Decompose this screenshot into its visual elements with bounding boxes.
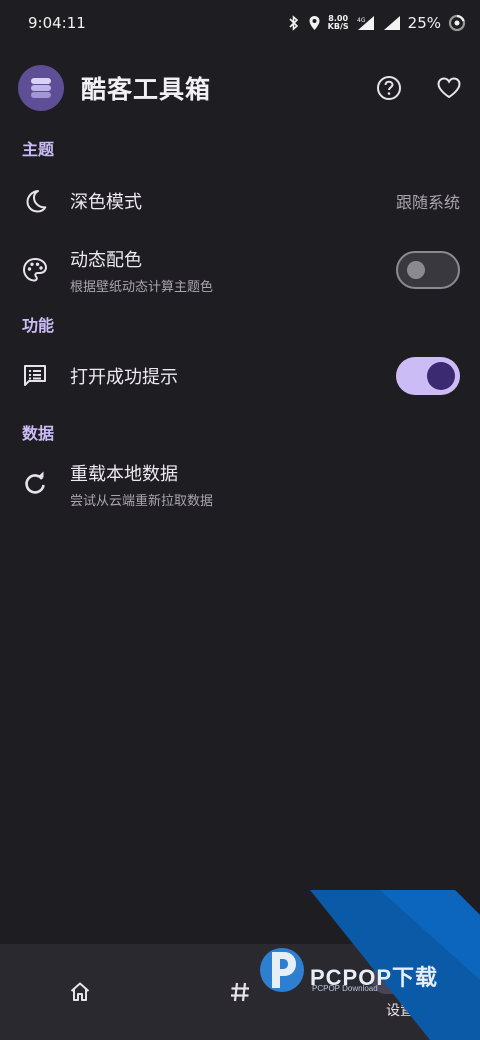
- section-header-theme: 主题: [22, 140, 55, 159]
- app-title: 酷客工具箱: [81, 75, 212, 104]
- row-text: 深色模式: [70, 188, 142, 214]
- reload-local-data-setting[interactable]: 重载本地数据 尝试从云端重新拉取数据: [0, 456, 480, 512]
- stack-logo-icon: [31, 78, 51, 98]
- dynamic-color-switch[interactable]: [396, 251, 460, 289]
- app-bar: 酷客工具箱: [0, 58, 480, 118]
- row-icon-wrap: [20, 361, 50, 391]
- nav-active-indicator: [371, 964, 429, 994]
- heart-icon: [437, 77, 461, 99]
- battery-percent: 25%: [407, 14, 441, 32]
- nav-home[interactable]: [0, 944, 160, 1040]
- battery-ring-icon: [448, 14, 466, 32]
- favorite-button[interactable]: [436, 75, 462, 101]
- open-success-tip-setting[interactable]: 打开成功提示: [0, 352, 480, 400]
- switch-knob: [407, 261, 425, 279]
- app-bar-actions: [376, 75, 462, 101]
- status-icons: 8.00 KB/S 4G 25%: [287, 14, 466, 32]
- net-speed: 8.00 KB/S: [327, 14, 349, 31]
- section-header-features: 功能: [22, 316, 55, 335]
- nav-settings-label: 设置: [386, 1003, 414, 1019]
- row-icon-wrap: [20, 255, 50, 285]
- row-icon-wrap: [20, 469, 50, 499]
- help-button[interactable]: [376, 75, 402, 101]
- moon-icon: [26, 190, 47, 213]
- dark-mode-title: 深色模式: [70, 192, 142, 213]
- dynamic-color-setting[interactable]: 动态配色 根据壁纸动态计算主题色: [0, 242, 480, 298]
- bluetooth-icon: [289, 15, 298, 31]
- dark-mode-value: 跟随系统: [395, 193, 460, 212]
- help-circle-icon: [377, 76, 401, 100]
- svg-text:4G: 4G: [357, 17, 366, 24]
- open-success-tip-title: 打开成功提示: [70, 367, 178, 388]
- status-bar: 9:04:11 8.00 KB/S 4G 25%: [0, 0, 480, 46]
- app-logo: [18, 65, 64, 111]
- nav-settings[interactable]: 设置: [320, 944, 480, 1040]
- nav-tags[interactable]: [160, 944, 320, 1040]
- bottom-navigation: 设置: [0, 944, 480, 1040]
- reload-title: 重载本地数据: [70, 463, 178, 485]
- hash-icon: [231, 982, 249, 1002]
- section-header-data: 数据: [22, 424, 55, 443]
- row-text: 动态配色 根据壁纸动态计算主题色: [70, 246, 213, 295]
- switch-knob: [427, 362, 455, 390]
- home-icon: [70, 982, 90, 1001]
- dynamic-color-subtitle: 根据壁纸动态计算主题色: [70, 279, 214, 295]
- signal-icon: [383, 16, 400, 30]
- dark-mode-setting[interactable]: 深色模式 跟随系统: [0, 178, 480, 224]
- refresh-icon: [25, 471, 45, 494]
- row-text: 打开成功提示: [70, 363, 178, 389]
- row-text: 重载本地数据 尝试从云端重新拉取数据: [70, 460, 213, 509]
- palette-icon: [23, 258, 47, 282]
- reload-subtitle: 尝试从云端重新拉取数据: [70, 493, 214, 509]
- dynamic-color-title: 动态配色: [70, 249, 142, 271]
- message-list-icon: [24, 365, 46, 386]
- status-time: 9:04:11: [28, 14, 86, 32]
- open-success-tip-switch[interactable]: [396, 357, 460, 395]
- signal-4g-icon: 4G: [357, 16, 374, 30]
- row-icon-wrap: [20, 186, 50, 216]
- location-icon: [309, 16, 320, 30]
- settings-screen: 9:04:11 8.00 KB/S 4G 25% 酷客工具箱 主题 深色模式 跟…: [0, 0, 480, 1040]
